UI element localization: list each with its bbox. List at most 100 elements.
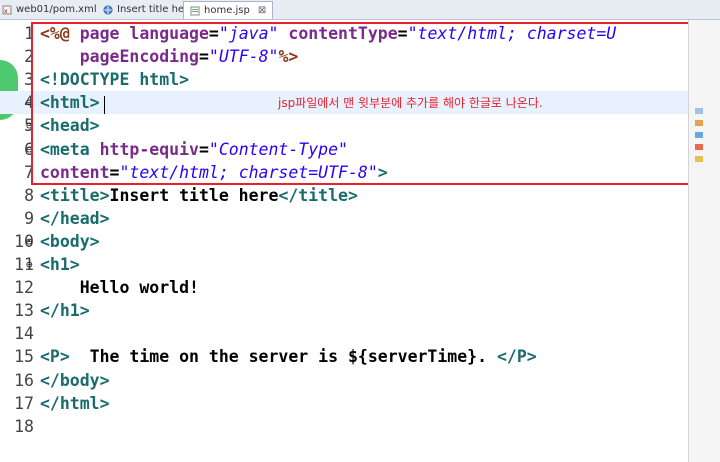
browser-globe-icon <box>103 5 113 14</box>
line-number: 2 <box>24 47 34 67</box>
code-text: pageEncoding="UTF-8"%> <box>40 45 299 68</box>
code-line[interactable]: 1 <%@ page language="java" contentType="t… <box>0 22 690 45</box>
code-token: <%@ <box>40 24 80 43</box>
jsp-file-icon <box>190 6 200 15</box>
overview-marker-icon[interactable] <box>695 144 703 150</box>
overview-marker-icon[interactable] <box>695 108 703 114</box>
code-text: </body> <box>40 369 110 392</box>
fold-toggle-icon[interactable]: ⊖ <box>26 230 40 253</box>
code-token: Hello world! <box>40 278 199 298</box>
code-token: <html> <box>40 93 100 113</box>
annotation-note: jsp파일에서 맨 윗부분에 추가를 해야 한글로 나온다. <box>278 96 543 110</box>
code-token: > <box>377 162 388 182</box>
code-text: </html> <box>40 392 110 415</box>
code-text: <head> <box>40 114 100 137</box>
code-token: <P> <box>40 347 70 367</box>
fold-toggle-icon[interactable]: ⊖ <box>26 91 40 114</box>
code-line[interactable]: 18 <box>0 415 690 438</box>
code-token: = <box>208 24 219 43</box>
svg-text:x: x <box>4 8 8 15</box>
code-token: = <box>397 24 408 43</box>
code-token: <h1> <box>40 255 80 274</box>
overview-marker-icon[interactable] <box>695 120 703 126</box>
code-line[interactable]: 15 <P> The time on the server is ${server… <box>0 345 690 368</box>
code-token: "java" <box>218 24 279 43</box>
code-token: pageEncoding <box>79 47 199 67</box>
code-token: <meta <box>40 139 100 159</box>
xml-file-icon: x <box>2 5 12 15</box>
line-number: 15 <box>14 347 34 367</box>
line-number: 13 <box>14 301 34 321</box>
code-token: language <box>129 24 209 43</box>
code-token: </h1> <box>40 301 90 321</box>
code-text: <meta http-equiv="Content-Type" <box>40 138 348 161</box>
code-token: = <box>198 139 209 159</box>
code-token: </head> <box>40 208 110 228</box>
line-number: 7 <box>24 162 34 182</box>
code-text: <body> <box>40 230 100 253</box>
overview-ruler[interactable] <box>688 20 720 462</box>
code-token: <head> <box>40 116 100 136</box>
overview-marker-icon[interactable] <box>695 156 703 162</box>
tab-pom-xml[interactable]: x web01/pom.xml <box>2 1 97 18</box>
code-text: </h1> <box>40 299 90 322</box>
code-line[interactable]: 14 <box>0 322 690 345</box>
code-line[interactable]: 16 </body> <box>0 369 690 392</box>
fold-toggle-icon[interactable]: ⊖ <box>26 114 40 137</box>
code-line[interactable]: 3 <!DOCTYPE html> <box>0 68 690 91</box>
code-token: <body> <box>40 231 100 251</box>
code-text: <html> <box>40 91 100 114</box>
text-caret <box>104 96 105 114</box>
code-token: http-equiv <box>99 139 199 159</box>
tab-label: home.jsp <box>204 5 250 16</box>
code-token: contentType <box>288 24 398 43</box>
line-number: 17 <box>14 393 34 413</box>
code-token: "UTF-8" <box>208 47 279 67</box>
code-token: = <box>109 162 120 182</box>
close-tab-icon[interactable]: ⊠ <box>258 5 266 16</box>
code-line[interactable]: 7 content="text/html; charset=UTF-8"> <box>0 161 690 184</box>
code-text: <title>Insert title here</title> <box>40 184 358 207</box>
editor-tab-bar: x web01/pom.xml Insert title here home.j… <box>0 0 720 20</box>
line-number: 14 <box>14 324 34 344</box>
line-number: 8 <box>24 185 34 205</box>
code-token: %> <box>278 47 299 67</box>
code-line[interactable]: 2 pageEncoding="UTF-8"%> <box>0 45 690 68</box>
code-line[interactable]: 11 ⊖ <h1> <box>0 253 690 276</box>
line-number: 3 <box>24 70 34 90</box>
code-line[interactable]: 6 ⊖ <meta http-equiv="Content-Type" <box>0 138 690 161</box>
code-token: </html> <box>40 393 110 413</box>
code-line[interactable]: 9 </head> <box>0 207 690 230</box>
line-number: 12 <box>14 278 34 298</box>
code-token: = <box>198 47 209 67</box>
code-token: "text/html; charset=UTF-8" <box>119 162 378 182</box>
tab-insert-title-here[interactable]: Insert title here <box>103 1 194 18</box>
fold-toggle-icon[interactable]: ⊖ <box>26 253 40 276</box>
code-line[interactable]: 13 </h1> <box>0 299 690 322</box>
code-token: <!DOCTYPE html> <box>40 70 190 90</box>
code-text: <!DOCTYPE html> <box>40 68 189 91</box>
overview-marker-icon[interactable] <box>695 132 703 138</box>
code-line[interactable]: 17 </html> <box>0 392 690 415</box>
code-text: </head> <box>40 207 110 230</box>
line-number: 16 <box>14 370 34 390</box>
code-token: </body> <box>40 370 110 390</box>
code-token: "text/html; charset=U <box>407 24 617 43</box>
code-text: content="text/html; charset=UTF-8"> <box>40 161 388 184</box>
line-number: 1 <box>24 24 34 43</box>
code-line[interactable]: 10 ⊖ <body> <box>0 230 690 253</box>
line-number: 9 <box>24 208 34 228</box>
code-line[interactable]: 12 Hello world! <box>0 276 690 299</box>
tab-label: web01/pom.xml <box>16 4 97 15</box>
code-token: The time on the server is ${serverTime}. <box>69 347 497 367</box>
code-line[interactable]: 8 <title>Insert title here</title> <box>0 184 690 207</box>
code-token: "Content-Type" <box>208 139 348 159</box>
tab-home-jsp[interactable]: home.jsp ⊠ <box>183 1 274 19</box>
fold-toggle-icon[interactable]: ⊖ <box>26 138 40 161</box>
code-token: page <box>79 24 130 43</box>
code-line[interactable]: 5 ⊖ <head> <box>0 114 690 137</box>
code-token: <title> <box>40 185 110 205</box>
code-text: <P> The time on the server is ${serverTi… <box>40 345 537 368</box>
